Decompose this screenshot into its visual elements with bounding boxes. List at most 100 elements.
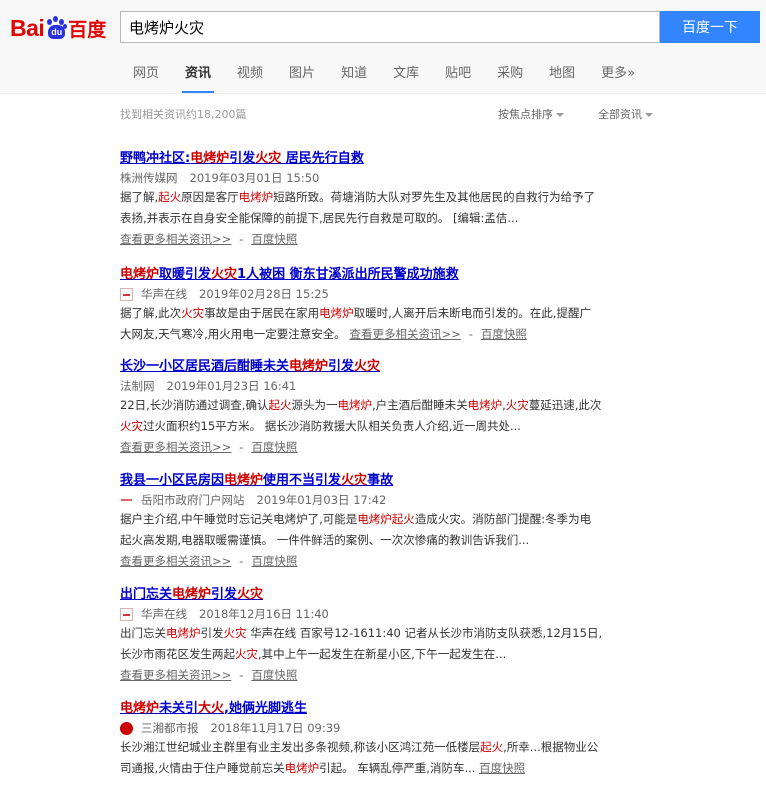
result-title-link[interactable]: 长沙一小区居民酒后酣睡未关电烤炉引发火灾 [120,358,380,376]
result-item: 出门忘关电烤炉引发火灾 华声在线 2018年12月16日 11:40 出门忘关电烤炉引… [120,583,660,686]
snippet-text: 出门忘关 [120,626,166,640]
more-news-link[interactable]: 查看更多相关资讯>> [120,668,231,682]
filter-label: 全部资讯 [598,108,642,121]
result-title-text: 使用不当引发 [263,473,342,488]
source-name: 三湘都市报 [141,721,199,735]
result-title-text: 居民先行自救 [281,151,364,166]
highlight-text: 电烤炉 [467,398,503,412]
highlight-text: 电烤炉 [172,587,212,602]
tab-2[interactable]: 视频 [224,60,276,93]
search-button[interactable]: 百度一下 [660,11,760,43]
links-row: 查看更多相关资讯>> - 百度快照 [120,437,660,458]
source-favicon-icon [120,494,133,507]
result-title-link[interactable]: 野鸭冲社区:电烤炉引发火灾 居民先行自救 [120,150,364,168]
result-item: 野鸭冲社区:电烤炉引发火灾 居民先行自救株洲传媒网 2019年03月01日 15:… [120,147,660,250]
more-news-link[interactable]: 查看更多相关资讯>> [120,554,231,568]
highlight-text: 电烤炉 [120,267,160,282]
highlight-text: 电烤炉 [319,306,354,320]
snippet-text: 源头为一 [291,398,338,412]
snippet-line: 表扬,并表示在自身安全能保障的前提下,居民先行自救是可取的。 [编辑:孟佶... [120,208,660,229]
source-date: 2019年02月28日 15:25 [199,287,329,301]
snapshot-link[interactable]: 百度快照 [251,232,297,246]
separator: - [239,232,244,246]
highlight-text: 电烤炉 [289,359,329,374]
search-input[interactable] [121,12,657,42]
source-name: 株洲传媒网 [120,171,178,185]
snippet-text: ,所幸...根据物业公 [503,740,599,754]
separator: - [239,668,244,682]
snippet-line: 起火高发期,电器取暖需谨慎。 一件件鲜活的案例、一次次惨痛的教训告诉我们... [120,530,660,551]
result-item: 我县一小区民房因电烤炉使用不当引发火灾事故 岳阳市政府门户网站 2019年01月03… [120,469,660,572]
highlight-text: 电烤炉 [120,701,160,716]
highlight-text: 火灾 [223,626,247,640]
highlight-text: 电烤炉起火 [357,512,415,526]
source-name: 华声在线 [141,287,187,301]
tab-7[interactable]: 采购 [484,60,536,93]
result-snippet: 据了解,此次火灾事故是由于居民在家用电烤炉取暖时,人离开后未断电而引发的。在此,… [120,303,660,345]
caret-down-icon [556,113,564,117]
highlight-text: 火灾 [235,647,258,661]
result-snippet: 22日,长沙消防通过调查,确认起火源头为一电烤炉,户主酒后酣睡未关电烤炉,火灾蔓… [120,395,660,458]
highlight-text: 火灾 [211,267,238,282]
snippet-text: 原因是客厅 [181,190,239,204]
highlight-text: 电烤炉 [238,190,274,204]
result-title-link[interactable]: 电烤炉未关引大火,她俩光脚逃生 [120,700,307,718]
highlight-text: 火灾 [505,398,529,412]
snippet-text: 过火面积约15平方米。 据长沙消防救援大队相关负责人介绍,近一周共处... [143,419,521,433]
filter-dropdown[interactable]: 全部资讯 [598,106,653,122]
tab-8[interactable]: 地图 [536,60,588,93]
snippet-text: 据了解,此次 [120,306,182,320]
tab-4[interactable]: 知道 [328,60,380,93]
more-news-link[interactable]: 查看更多相关资讯>> [349,327,460,341]
snapshot-link[interactable]: 百度快照 [251,554,297,568]
snippet-text: 短路所致。荷塘消防大队对罗先生及其他居民的自救行为给予了 [273,190,596,204]
snippet-line: 长沙市雨花区发生两起火灾,其中上午一起发生在新星小区,下午一起发生在... [120,644,660,665]
snippet-text: 蔓延迅速,此次 [528,398,602,412]
snapshot-link[interactable]: 百度快照 [251,440,297,454]
result-title-link[interactable]: 我县一小区民房因电烤炉使用不当引发火灾事故 [120,472,393,490]
result-title-text: 出门忘关 [120,587,173,602]
links-row: 查看更多相关资讯>> - 百度快照 [120,551,660,572]
separator: - [468,327,473,341]
tab-9[interactable]: 更多» [588,60,648,93]
result-title-text: ,她俩光脚逃生 [224,701,307,716]
snippet-text: 造成火灾。消防部门提醒:冬季为电 [414,512,592,526]
snippet-text: 华声在线 百家号12-1611:40 记者从长沙市消防支队获悉,12月15日, [246,626,603,640]
result-title-link[interactable]: 电烤炉取暖引发火灾1人被困 衡东甘溪派出所民警成功施救 [120,266,459,284]
source-date: 2019年03月01日 15:50 [189,171,320,185]
snapshot-link[interactable]: 百度快照 [481,327,527,341]
logo-text-du: du [48,25,66,39]
tab-3[interactable]: 图片 [276,60,328,93]
tab-0[interactable]: 网页 [120,60,172,93]
result-title-link[interactable]: 出门忘关电烤炉引发火灾 [120,586,263,604]
more-news-link[interactable]: 查看更多相关资讯>> [120,440,231,454]
snippet-text: 长沙湘江世纪城业主群里有业主发出多条视频,称该小区鸿江苑一低楼层 [120,740,481,754]
separator: - [239,554,244,568]
links-row: 查看更多相关资讯>> - 百度快照 [120,665,660,686]
highlight-text: 起火 [158,190,182,204]
tab-1[interactable]: 资讯 [172,60,224,93]
baidu-logo[interactable]: Bai du 百度 [10,10,110,46]
snapshot-link[interactable]: 百度快照 [479,761,525,775]
snippet-text: ,其中上午一起发生在新星小区,下午一起发生在... [258,647,507,661]
result-snippet: 出门忘关电烤炉引发火灾 华声在线 百家号12-1611:40 记者从长沙市消防支… [120,623,660,686]
result-title-text: 我县一小区民房因 [120,473,225,488]
snippet-text: 表扬,并表示在自身安全能保障的前提下,居民先行自救是可取的。 [编辑:孟佶... [120,211,519,225]
result-source-row: 三湘都市报 2018年11月17日 09:39 [120,719,660,737]
result-title-text: 引发 [229,151,256,166]
snapshot-link[interactable]: 百度快照 [251,668,297,682]
sort-dropdown[interactable]: 按焦点排序 [498,106,564,122]
more-news-link[interactable]: 查看更多相关资讯>> [120,232,231,246]
tab-6[interactable]: 贴吧 [432,60,484,93]
snippet-line: 长沙湘江世纪城业主群里有业主发出多条视频,称该小区鸿江苑一低楼层起火,所幸...… [120,737,660,758]
highlight-text: 起火 [480,740,504,754]
result-title-text: 未关引 [159,701,199,716]
snippet-text: 据户主介绍,中午睡觉时忘记关电烤炉了,可能是 [120,512,358,526]
tab-5[interactable]: 文库 [380,60,432,93]
source-name: 岳阳市政府门户网站 [141,493,245,507]
source-date: 2018年11月17日 09:39 [210,721,341,735]
highlight-text: 火灾 [354,359,381,374]
result-snippet: 据了解,起火原因是客厅电烤炉短路所致。荷塘消防大队对罗先生及其他居民的自救行为给… [120,187,660,250]
highlight-text: 火灾 [341,473,368,488]
result-source-row: 华声在线 2019年02月28日 15:25 [120,285,660,303]
